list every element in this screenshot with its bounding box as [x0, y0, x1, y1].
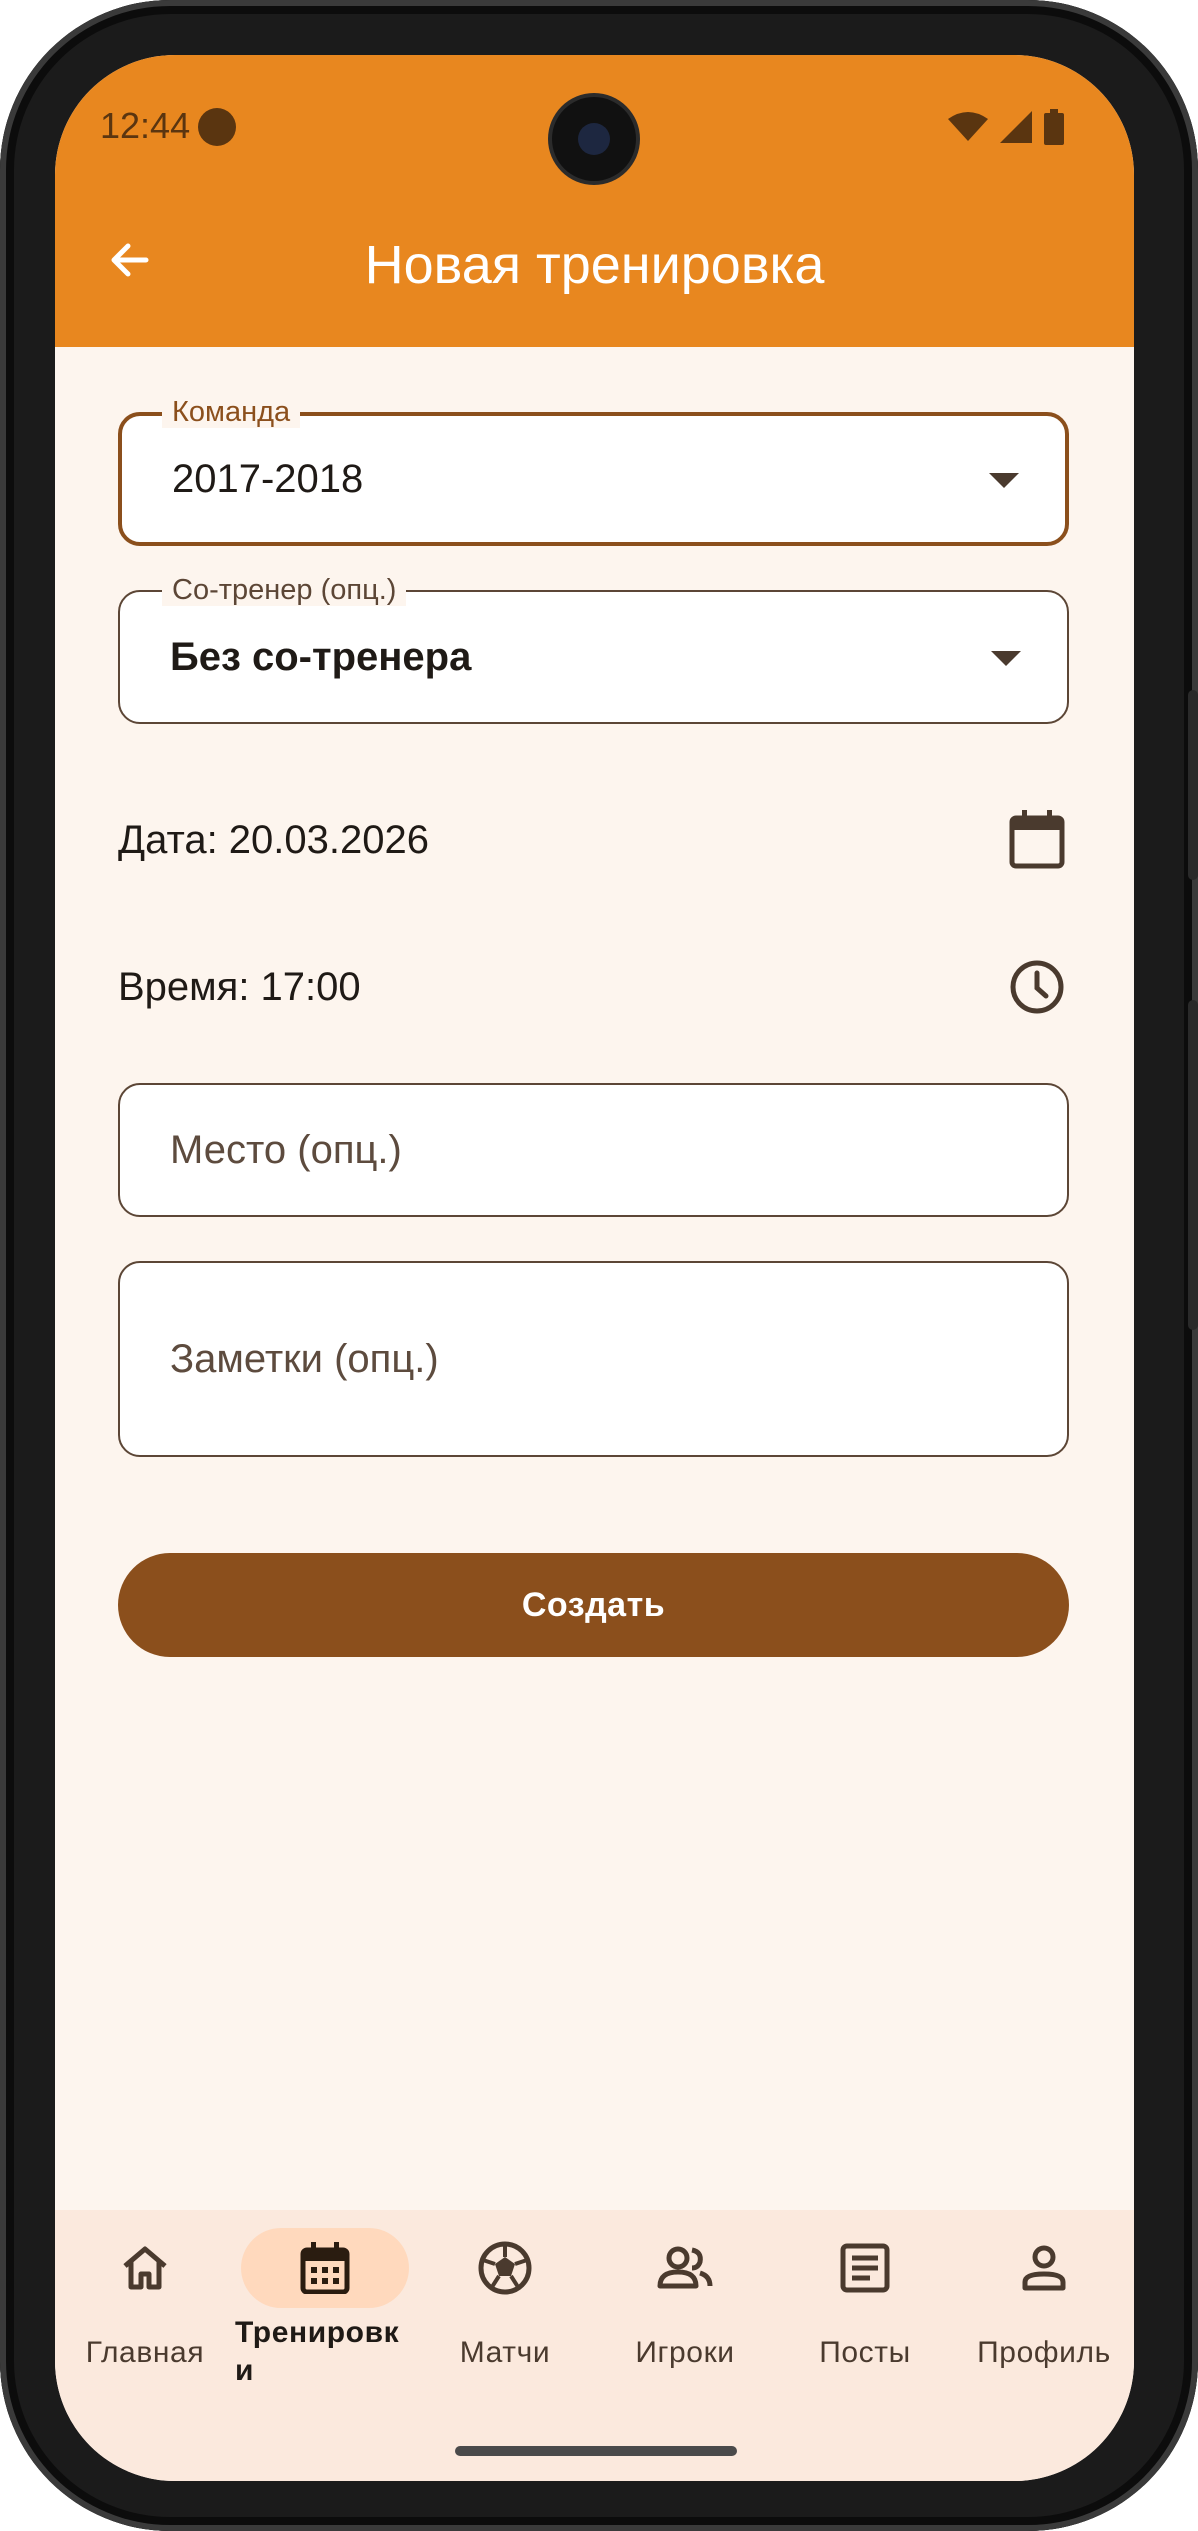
status-time: 12:44: [100, 105, 191, 146]
create-button[interactable]: Создать: [118, 1553, 1069, 1657]
team-value: 2017-2018: [172, 456, 364, 501]
date-text: Дата: 20.03.2026: [118, 817, 429, 862]
home-icon: [115, 2238, 175, 2298]
dropdown-arrow-icon: [989, 473, 1019, 488]
article-icon: [835, 2238, 895, 2298]
team-dropdown[interactable]: Команда 2017-2018: [118, 396, 1069, 546]
status-notification-icon: [198, 108, 236, 146]
volume-button: [1188, 690, 1198, 880]
nav-item-profile[interactable]: Профиль: [954, 2210, 1134, 2410]
page-title: Новая тренировка: [364, 235, 825, 295]
nav-label: Игроки: [635, 2336, 735, 2369]
app-bar: 12:44 Новая тренировка: [55, 55, 1134, 347]
cocoach-value: Без со-тренера: [170, 634, 472, 679]
home-indicator[interactable]: [455, 2446, 737, 2456]
cocoach-dropdown[interactable]: Со-тренер (опц.) Без со-тренера: [118, 574, 1069, 724]
front-camera: [552, 97, 636, 181]
nav-label: Матчи: [459, 2336, 551, 2369]
time-row[interactable]: Время: 17:00: [118, 947, 1069, 1027]
notes-placeholder: Заметки (опц.): [170, 1336, 439, 1381]
nav-item-trainings[interactable]: Тренировк и: [235, 2210, 415, 2410]
place-placeholder: Место (опц.): [170, 1127, 402, 1172]
battery-icon: [1044, 109, 1064, 145]
clock-icon[interactable]: [1005, 955, 1069, 1019]
screen: 12:44 Новая тренировка Команда 2017-2018…: [55, 55, 1134, 2481]
nav-item-players[interactable]: Игроки: [595, 2210, 775, 2410]
time-text: Время: 17:00: [118, 964, 361, 1009]
dropdown-arrow-icon: [991, 651, 1021, 666]
power-button: [1188, 1000, 1198, 1330]
notes-input[interactable]: Заметки (опц.): [118, 1261, 1069, 1457]
group-icon: [655, 2238, 715, 2298]
calendar-icon[interactable]: [1005, 808, 1069, 872]
place-input[interactable]: Место (опц.): [118, 1083, 1069, 1217]
phone-frame: 12:44 Новая тренировка Команда 2017-2018…: [0, 0, 1198, 2531]
nav-label: Тренировк и: [235, 2316, 400, 2387]
bottom-navigation: Главная Тренировк и Матчи Игроки Посты П…: [55, 2210, 1134, 2481]
nav-item-posts[interactable]: Посты: [775, 2210, 955, 2410]
calendar-icon: [295, 2238, 355, 2298]
nav-item-home[interactable]: Главная: [55, 2210, 235, 2410]
signal-icon: [1000, 111, 1032, 143]
wifi-icon: [948, 112, 988, 141]
status-icons: [948, 107, 1064, 147]
date-row[interactable]: Дата: 20.03.2026: [118, 800, 1069, 880]
nav-label: Главная: [85, 2336, 205, 2369]
soccer-ball-icon: [475, 2238, 535, 2298]
nav-item-matches[interactable]: Матчи: [415, 2210, 595, 2410]
nav-label: Посты: [819, 2336, 911, 2369]
nav-label: Профиль: [977, 2336, 1111, 2369]
person-icon: [1014, 2238, 1074, 2298]
